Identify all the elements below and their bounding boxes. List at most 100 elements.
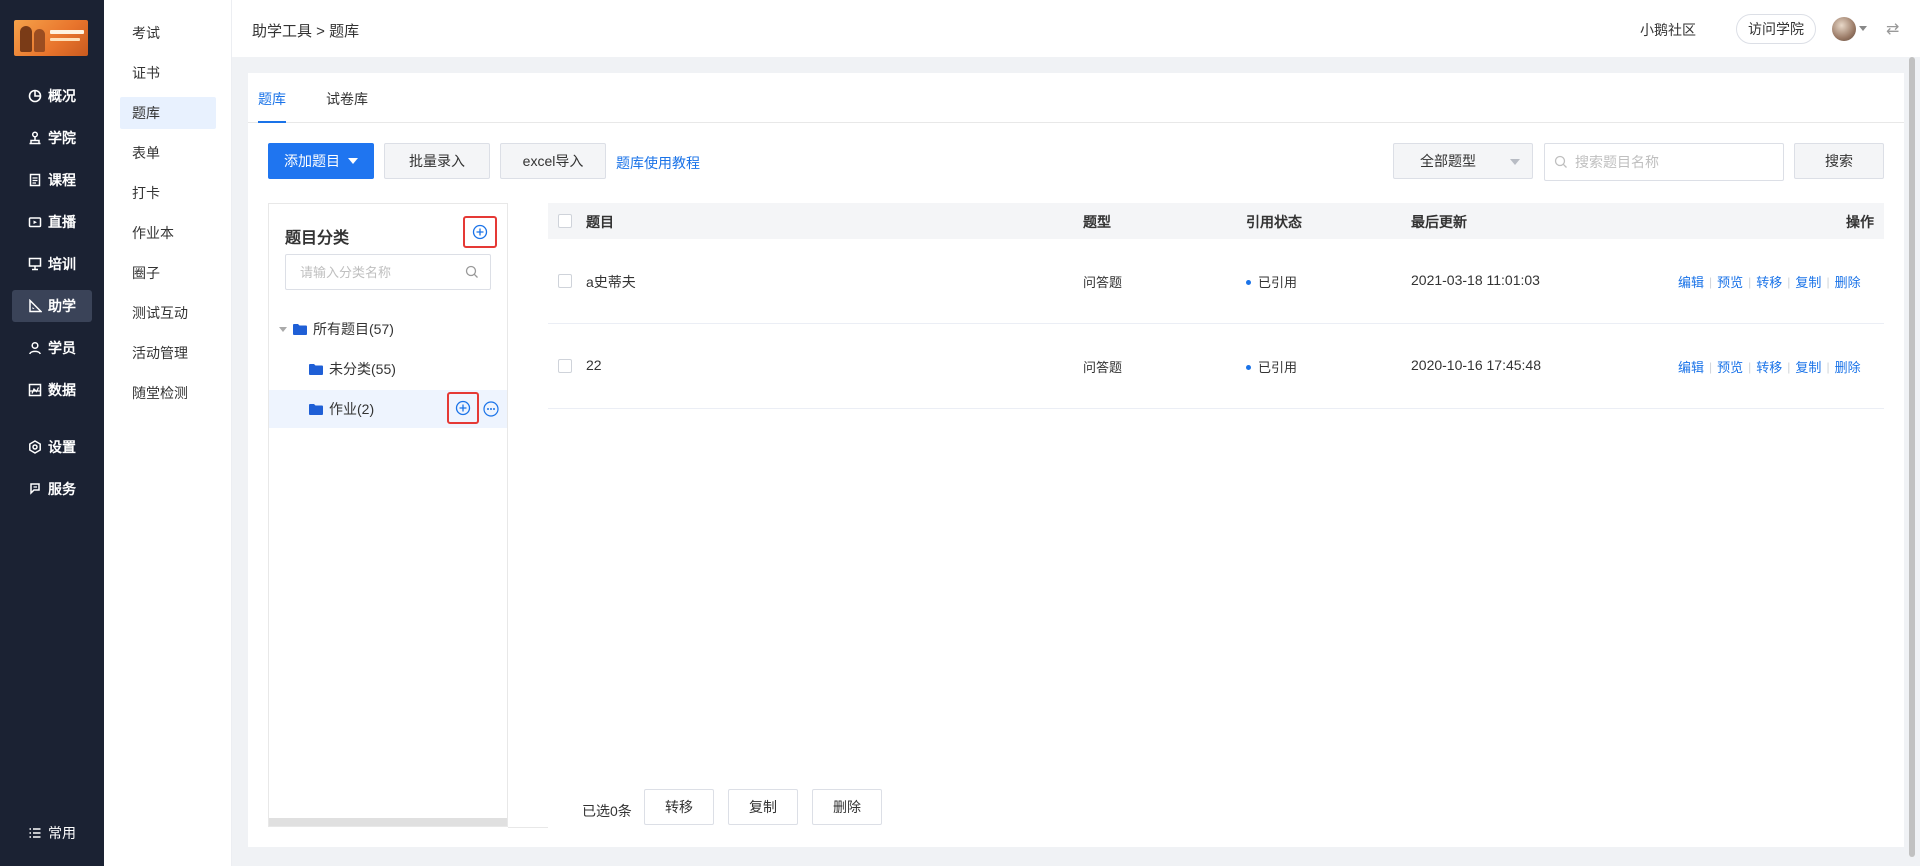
network-icon	[29, 131, 41, 145]
sidebar-item-courses[interactable]: 课程	[12, 164, 92, 196]
reference-status-text: 已引用	[1258, 360, 1298, 375]
select-all-checkbox[interactable]	[558, 214, 572, 228]
tab-paper-bank[interactable]: 试卷库	[326, 89, 368, 109]
video-icon	[28, 217, 42, 228]
sidebar-item-label: 概况	[48, 88, 76, 104]
subnav-item-circle[interactable]: 圈子	[120, 257, 216, 289]
subnav-item-question-bank[interactable]: 题库	[120, 97, 216, 129]
transfer-link[interactable]: 转移	[1756, 272, 1782, 291]
sidebar-item-services[interactable]: 服务	[12, 473, 92, 505]
question-type-select[interactable]: 全部题型	[1393, 143, 1533, 179]
copy-link[interactable]: 复制	[1795, 357, 1821, 376]
caret-down-icon	[348, 158, 358, 164]
table-row: a史蒂夫 问答题 已引用 2021-03-18 11:01:03 编辑 | 预览 |…	[548, 239, 1884, 324]
brand-logo[interactable]	[14, 20, 88, 56]
category-search-input[interactable]	[285, 254, 491, 290]
column-header-title: 题目	[586, 214, 614, 230]
reference-status: 已引用	[1246, 272, 1297, 291]
sidebar-item-label: 培训	[48, 256, 76, 272]
tree-item-homework[interactable]: 作业(2)	[269, 390, 507, 428]
sidebar-item-learning-aids[interactable]: 助学	[12, 290, 92, 322]
sidebar-item-training[interactable]: 培训	[12, 248, 92, 280]
excel-import-button[interactable]: excel导入	[500, 143, 606, 179]
more-icon[interactable]	[483, 401, 499, 417]
sidebar-item-label: 学院	[48, 130, 76, 146]
sidebar-item-live[interactable]: 直播	[12, 206, 92, 238]
tree-item-label: 所有题目(57)	[313, 321, 394, 337]
edit-link[interactable]: 编辑	[1678, 272, 1704, 291]
question-search-input[interactable]	[1544, 143, 1784, 181]
top-header: 助学工具 > 题库 小鹅社区 访问学院 ⇄	[232, 0, 1920, 57]
category-panel: 题目分类 所有题目(57) 未分类(55) 作业(2)	[268, 203, 508, 827]
batch-entry-button[interactable]: 批量录入	[384, 143, 490, 179]
subnav-item-checkin[interactable]: 打卡	[120, 177, 216, 209]
community-link[interactable]: 小鹅社区	[1640, 20, 1696, 40]
sidebar-item-overview[interactable]: 概况	[12, 80, 92, 112]
bulk-transfer-button[interactable]: 转移	[644, 789, 714, 825]
add-question-button[interactable]: 添加题目	[268, 143, 374, 179]
selected-count: 已选0条	[582, 803, 632, 819]
sidebar-item-students[interactable]: 学员	[12, 332, 92, 364]
last-updated: 2021-03-18 11:01:03	[1411, 272, 1540, 288]
page-scrollbar[interactable]	[1904, 57, 1920, 866]
list-icon	[29, 828, 41, 838]
add-subcategory-button[interactable]	[447, 392, 479, 424]
caret-down-icon[interactable]	[279, 326, 287, 332]
table-header: 题目 题型 引用状态 最后更新 操作	[548, 203, 1884, 239]
bulk-copy-button[interactable]: 复制	[728, 789, 798, 825]
question-bank-panel: 题库 试卷库 添加题目 批量录入 excel导入 题库使用教程 全部题型 搜索 …	[248, 73, 1904, 847]
switch-icon[interactable]: ⇄	[1886, 19, 1899, 39]
tab-bar: 题库 试卷库	[248, 73, 1904, 123]
row-actions: 编辑 | 预览 | 转移 | 复制 | 删除	[1678, 357, 1861, 376]
edit-link[interactable]: 编辑	[1678, 357, 1704, 376]
tutorial-link[interactable]: 题库使用教程	[616, 153, 700, 173]
scrollbar-thumb[interactable]	[1909, 57, 1915, 857]
subnav-item-quiz-interaction[interactable]: 测试互动	[120, 297, 216, 329]
chart-icon	[28, 383, 42, 397]
column-header-updated: 最后更新	[1411, 214, 1467, 230]
question-title: 22	[586, 357, 602, 373]
bulk-delete-button[interactable]: 删除	[812, 789, 882, 825]
subnav-item-homework[interactable]: 作业本	[120, 217, 216, 249]
tree-item-all[interactable]: 所有题目(57)	[269, 310, 507, 348]
delete-link[interactable]: 删除	[1835, 357, 1861, 376]
tree-item-label: 作业(2)	[329, 401, 375, 417]
search-button[interactable]: 搜索	[1794, 143, 1884, 179]
subnav-item-exam[interactable]: 考试	[120, 17, 216, 49]
tab-question-bank[interactable]: 题库	[258, 89, 286, 109]
search-icon	[1554, 155, 1567, 168]
status-dot-icon	[1246, 365, 1251, 371]
active-tab-indicator	[258, 121, 286, 123]
sidebar-item-data[interactable]: 数据	[12, 374, 92, 406]
delete-link[interactable]: 删除	[1835, 272, 1861, 291]
table-row: 22 问答题 已引用 2020-10-16 17:45:48 编辑 | 预览 | 转…	[548, 324, 1884, 409]
user-icon	[29, 341, 41, 355]
folder-icon	[309, 363, 323, 375]
sidebar-item-label: 服务	[48, 481, 76, 497]
column-header-status: 引用状态	[1246, 214, 1302, 230]
subnav-item-certificate[interactable]: 证书	[120, 57, 216, 89]
preview-link[interactable]: 预览	[1717, 272, 1743, 291]
transfer-link[interactable]: 转移	[1756, 357, 1782, 376]
visit-academy-button[interactable]: 访问学院	[1736, 14, 1816, 44]
preview-link[interactable]: 预览	[1717, 357, 1743, 376]
sidebar-item-frequent[interactable]: 常用	[12, 817, 92, 849]
copy-link[interactable]: 复制	[1795, 272, 1821, 291]
chevron-down-icon[interactable]	[1859, 26, 1867, 31]
category-title: 题目分类	[285, 230, 350, 247]
sidebar-item-settings[interactable]: 设置	[12, 431, 92, 463]
column-header-actions: 操作	[1846, 214, 1874, 230]
tree-item-uncategorized[interactable]: 未分类(55)	[269, 350, 507, 388]
pie-chart-icon	[28, 89, 42, 103]
avatar[interactable]	[1832, 17, 1856, 41]
subnav-item-activity-management[interactable]: 活动管理	[120, 337, 216, 369]
add-category-button[interactable]	[463, 216, 497, 248]
add-question-label: 添加题目	[284, 153, 340, 169]
row-actions: 编辑 | 预览 | 转移 | 复制 | 删除	[1678, 272, 1861, 291]
row-checkbox[interactable]	[558, 274, 572, 288]
subnav-item-class-test[interactable]: 随堂检测	[120, 377, 216, 409]
row-checkbox[interactable]	[558, 359, 572, 373]
category-horizontal-scrollbar[interactable]	[269, 818, 507, 826]
subnav-item-form[interactable]: 表单	[120, 137, 216, 169]
sidebar-item-academy[interactable]: 学院	[12, 122, 92, 154]
